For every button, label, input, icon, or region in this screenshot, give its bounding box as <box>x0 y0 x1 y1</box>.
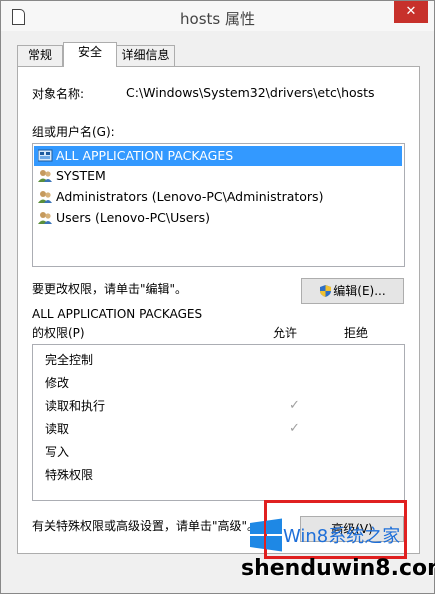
permissions-title: ALL APPLICATION PACKAGES <box>32 307 203 321</box>
properties-window: hosts 属性 ✕ 常规 安全 详细信息 对象名称: C:\Windows\S… <box>0 0 435 594</box>
tab-details[interactable]: 详细信息 <box>116 45 175 66</box>
permission-row: 读取 ✓ <box>45 419 395 439</box>
permission-row: 读取和执行 ✓ <box>45 396 395 416</box>
window-title: hosts 属性 <box>180 10 255 28</box>
permission-name: 读取 <box>45 422 70 436</box>
permission-row: 修改 <box>45 373 395 393</box>
watermark-url: shenduwin8.com <box>241 556 435 581</box>
change-permissions-hint: 要更改权限，请单击"编辑"。 <box>32 282 188 296</box>
app-packages-icon <box>38 149 53 162</box>
permission-name: 修改 <box>45 376 70 390</box>
title-bar: hosts 属性 ✕ <box>1 1 434 31</box>
groups-listbox[interactable]: ALL APPLICATION PACKAGES SYSTEM Administ… <box>32 143 405 267</box>
groups-label: 组或用户名(G): <box>32 125 115 139</box>
list-item[interactable]: Users (Lenovo-PC\Users) <box>34 208 402 228</box>
permissions-subtitle: 的权限(P) <box>32 326 85 340</box>
allow-checkmark: ✓ <box>289 421 300 436</box>
group-name: Users (Lenovo-PC\Users) <box>56 210 211 225</box>
group-name: Administrators (Lenovo-PC\Administrators… <box>56 189 324 204</box>
permissions-list: 完全控制 修改 读取和执行 ✓ 读取 ✓ 写入 特殊权限 <box>32 344 405 501</box>
group-name: SYSTEM <box>56 168 106 183</box>
edit-button-label: 编辑(E)... <box>333 284 386 298</box>
permission-row: 完全控制 <box>45 350 395 370</box>
users-icon <box>38 191 52 203</box>
list-item[interactable]: ALL APPLICATION PACKAGES <box>34 146 402 166</box>
permission-row: 特殊权限 <box>45 465 395 485</box>
uac-shield-icon <box>320 285 331 297</box>
tab-security[interactable]: 安全 <box>63 42 117 67</box>
allow-checkmark: ✓ <box>289 398 300 413</box>
deny-column-header: 拒绝 <box>344 326 369 340</box>
advanced-hint: 有关特殊权限或高级设置，请单击"高级"。 <box>32 519 260 533</box>
users-icon <box>38 170 52 182</box>
group-name: ALL APPLICATION PACKAGES <box>56 148 234 163</box>
permission-name: 写入 <box>45 445 70 459</box>
users-icon <box>38 212 52 224</box>
permission-name: 完全控制 <box>45 353 94 367</box>
windows-logo-icon <box>250 518 282 552</box>
permission-name: 读取和执行 <box>45 399 106 413</box>
tab-general[interactable]: 常规 <box>17 45 63 66</box>
permission-row: 写入 <box>45 442 395 462</box>
watermark-brand: Win8系统之家 <box>283 526 401 547</box>
allow-column-header: 允许 <box>273 326 298 340</box>
object-name-value: C:\Windows\System32\drivers\etc\hosts <box>126 85 375 100</box>
list-item[interactable]: Administrators (Lenovo-PC\Administrators… <box>34 187 402 207</box>
close-button[interactable]: ✕ <box>394 1 428 23</box>
permission-name: 特殊权限 <box>45 468 94 482</box>
list-item[interactable]: SYSTEM <box>34 166 402 186</box>
edit-button[interactable]: 编辑(E)... <box>301 278 404 304</box>
object-name-label: 对象名称: <box>32 87 85 101</box>
